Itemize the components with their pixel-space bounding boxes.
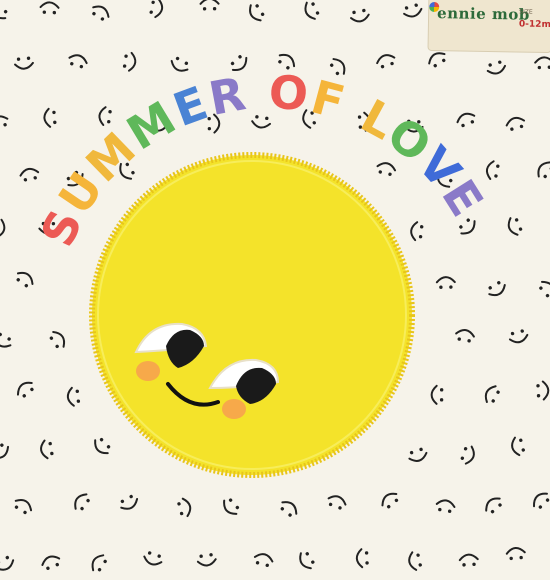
smiley-face-icon — [249, 4, 265, 22]
sun-right-cheek — [222, 399, 246, 419]
smiley-face-icon — [536, 380, 550, 401]
embroidered-letter: O — [267, 64, 313, 121]
smiley-face-icon — [16, 271, 34, 288]
smiley-face-icon — [485, 497, 502, 514]
smiley-face-icon — [0, 443, 10, 459]
smiley-face-icon — [280, 501, 298, 517]
smiley-face-icon — [14, 56, 34, 70]
smiley-face-icon — [91, 554, 107, 572]
tshirt-print: SUMMER OF LOVE — [0, 0, 550, 572]
smiley-face-icon — [408, 447, 428, 462]
smiley-face-icon — [430, 384, 444, 405]
smiley-face-icon — [68, 54, 88, 69]
smiley-face-icon — [376, 162, 397, 176]
smiley-face-icon — [120, 494, 139, 510]
smiley-face-icon — [92, 5, 110, 21]
smiley-face-icon — [304, 1, 320, 20]
smiley-face-icon — [376, 54, 396, 69]
smiley-face-icon — [458, 553, 479, 567]
smiley-face-icon — [507, 217, 523, 236]
smiley-face-icon — [223, 498, 240, 515]
smiley-face-icon — [40, 439, 54, 460]
smiley-face-icon — [533, 492, 550, 509]
smiley-face-icon — [94, 437, 111, 455]
smiley-face-icon — [484, 385, 500, 404]
smiley-face-icon — [199, 0, 220, 11]
smiley-face-icon — [66, 386, 81, 407]
smiley-face-icon — [350, 8, 370, 23]
smiley-face-icon — [455, 329, 475, 343]
smiley-face-icon — [122, 51, 137, 72]
smiley-face-icon — [486, 60, 507, 75]
smiley-face-icon — [381, 492, 399, 509]
smiley-face-icon — [170, 56, 189, 72]
smiley-face-icon — [435, 276, 456, 289]
smiley-face-icon — [149, 0, 164, 19]
smiley-face-icon — [0, 5, 8, 20]
smiley-face-icon — [460, 445, 475, 465]
smiley-face-icon — [456, 112, 476, 128]
sun-patch — [89, 152, 415, 478]
smiley-face-icon — [253, 553, 274, 568]
smiley-face-icon — [143, 551, 163, 566]
smiley-face-icon — [19, 167, 40, 182]
smiley-face-icon — [0, 555, 15, 571]
smiley-face-icon — [488, 281, 506, 297]
smiley-face-icon — [403, 3, 423, 18]
smiley-face-icon — [485, 160, 500, 180]
smiley-face-icon — [0, 115, 9, 127]
smiley-face-icon — [327, 495, 347, 510]
smiley-face-icon — [511, 436, 525, 457]
smiley-face-icon — [41, 555, 61, 570]
sun-left-cheek — [136, 361, 160, 381]
smiley-face-icon — [74, 493, 90, 511]
smiley-face-icon — [16, 381, 34, 398]
smiley-face-icon — [39, 1, 60, 15]
smiley-face-icon — [428, 52, 446, 68]
smiley-face-icon — [539, 280, 550, 298]
smiley-face-icon — [0, 218, 6, 239]
smiley-face-icon — [435, 499, 456, 513]
smiley-face-icon — [14, 498, 33, 515]
smiley-face-icon — [505, 116, 526, 131]
smiley-face-icon — [408, 551, 422, 571]
smiley-face-icon — [0, 332, 12, 348]
smiley-face-icon — [410, 221, 424, 242]
smiley-face-icon — [537, 161, 550, 179]
smiley-face-icon — [508, 329, 529, 344]
embroidered-letter — [247, 65, 268, 120]
smiley-face-icon — [196, 553, 217, 567]
smiley-face-icon — [43, 107, 57, 128]
smiley-face-icon — [49, 331, 66, 349]
smiley-face-icon — [505, 547, 526, 561]
smiley-face-icon — [299, 552, 315, 570]
smiley-face-icon — [177, 497, 192, 518]
smiley-face-icon — [355, 548, 369, 569]
smiley-face-icon — [534, 56, 550, 70]
